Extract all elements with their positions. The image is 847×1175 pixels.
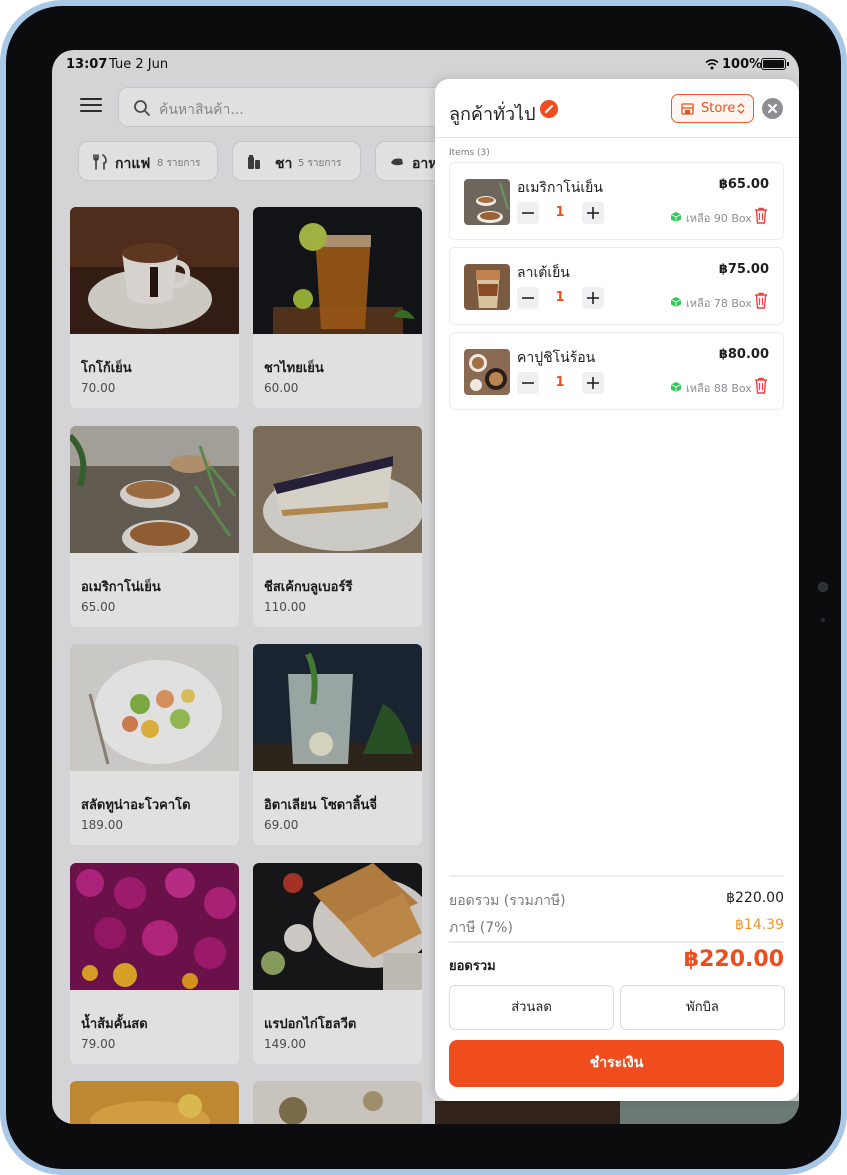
camera-dot [818, 582, 828, 592]
item-thumbnail [464, 349, 510, 395]
cart-item: คาปูชิโน่ร้อน ฿80.00 1 เหลือ 88 Box [449, 332, 784, 410]
hold-bill-button[interactable]: พักบิล [620, 985, 785, 1030]
increase-qty-button[interactable] [582, 287, 604, 309]
total-divider [449, 941, 784, 943]
item-thumbnail [464, 264, 510, 310]
decrease-qty-button[interactable] [517, 372, 539, 394]
decrease-qty-button[interactable] [517, 202, 539, 224]
decrease-qty-button[interactable] [517, 287, 539, 309]
trash-icon[interactable] [754, 292, 768, 309]
minus-icon [522, 212, 534, 214]
item-name: คาปูชิโน่ร้อน [517, 350, 596, 366]
item-price: ฿65.00 [718, 177, 769, 192]
minus-icon [522, 382, 534, 384]
item-name: ลาเต้เย็น [517, 265, 570, 281]
customer-name: ลูกค้าทั่วไป [449, 104, 536, 125]
plus-icon [587, 207, 599, 219]
discount-button[interactable]: ส่วนลด [449, 985, 614, 1030]
store-icon [681, 103, 694, 115]
plus-icon [587, 377, 599, 389]
increase-qty-button[interactable] [582, 202, 604, 224]
box-icon [670, 212, 682, 222]
increase-qty-button[interactable] [582, 372, 604, 394]
summary-divider [449, 875, 784, 877]
item-name: อเมริกาโน่เย็น [517, 180, 603, 196]
tax-value: ฿14.39 [735, 917, 784, 933]
close-button[interactable] [762, 98, 783, 119]
trash-icon[interactable] [754, 207, 768, 224]
pay-button[interactable]: ชำระเงิน [449, 1040, 784, 1087]
trash-icon[interactable] [754, 377, 768, 394]
items-count-label: Items (3) [449, 148, 490, 158]
box-icon [670, 382, 682, 392]
sensor-dot [821, 618, 825, 622]
header-divider [435, 137, 799, 138]
close-icon [768, 104, 777, 113]
store-label: Store [701, 101, 736, 116]
item-stock: เหลือ 90 Box [686, 212, 752, 225]
box-icon [670, 297, 682, 307]
cart-panel: ลูกค้าทั่วไป Store Items (3) อเมริกาโน่เ… [435, 79, 799, 1101]
tax-label: ภาษี (7%) [449, 920, 513, 936]
item-quantity: 1 [555, 205, 565, 220]
plus-icon [587, 292, 599, 304]
tablet-frame: 13:07 Tue 2 Jun 100% ค้นหาสินค้า... กาแฟ… [0, 0, 847, 1175]
chevron-up-down-icon [737, 103, 745, 114]
total-value: ฿220.00 [683, 947, 784, 972]
item-price: ฿75.00 [718, 262, 769, 277]
screen: 13:07 Tue 2 Jun 100% ค้นหาสินค้า... กาแฟ… [52, 50, 799, 1124]
cart-item: อเมริกาโน่เย็น ฿65.00 1 เหลือ 90 Box [449, 162, 784, 240]
edit-customer-button[interactable] [540, 100, 558, 118]
item-price: ฿80.00 [718, 347, 769, 362]
item-quantity: 1 [555, 290, 565, 305]
item-thumbnail [464, 179, 510, 225]
pencil-icon [545, 105, 553, 113]
item-stock: เหลือ 78 Box [686, 297, 752, 310]
minus-icon [522, 297, 534, 299]
total-label: ยอดรวม [449, 959, 496, 974]
subtotal-label: ยอดรวม (รวมภาษี) [449, 893, 566, 909]
subtotal-value: ฿220.00 [726, 890, 784, 906]
store-selector[interactable]: Store [671, 94, 754, 123]
item-quantity: 1 [555, 375, 565, 390]
item-stock: เหลือ 88 Box [686, 382, 752, 395]
cart-item: ลาเต้เย็น ฿75.00 1 เหลือ 78 Box [449, 247, 784, 325]
